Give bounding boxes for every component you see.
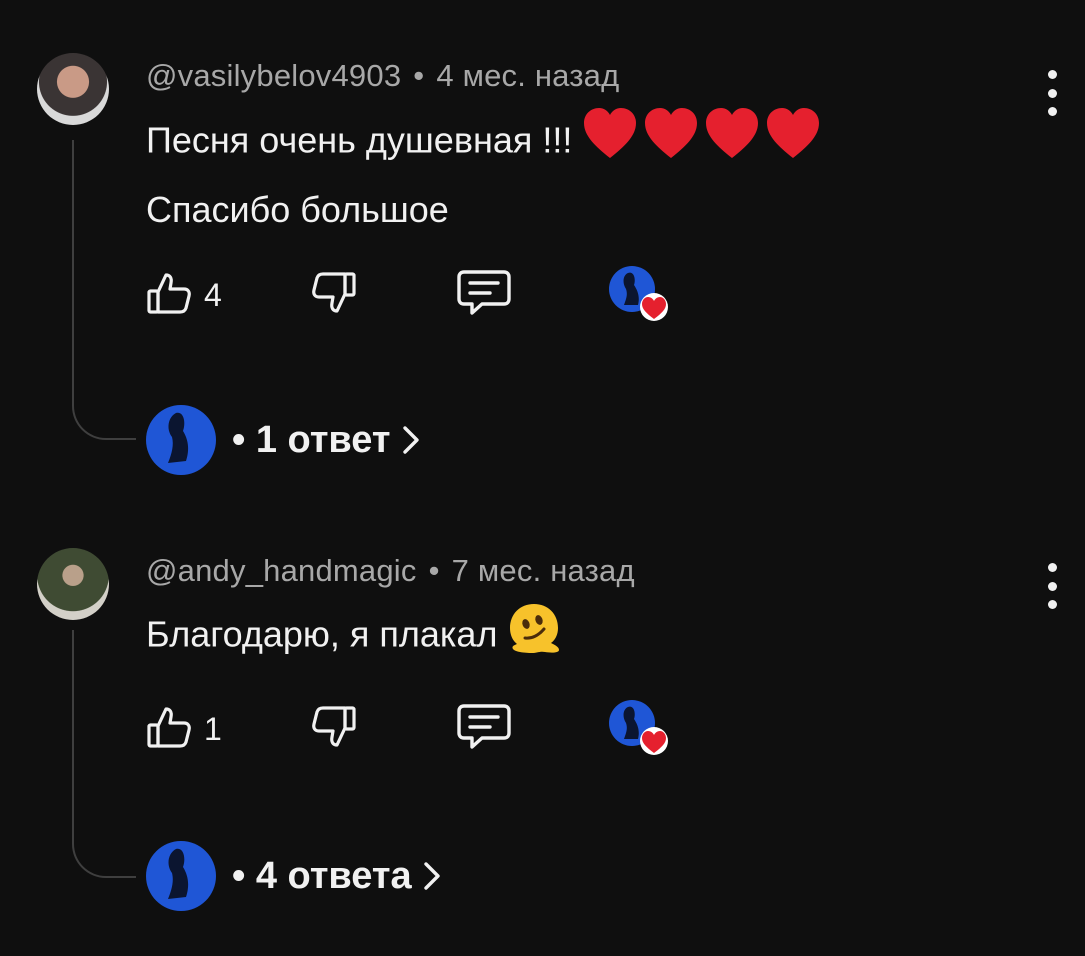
comment-text-line: Спасибо большое: [146, 189, 449, 230]
thumbs-up-icon: [146, 704, 192, 755]
like-button[interactable]: 1: [146, 704, 222, 754]
author-handle[interactable]: @andy_handmagic: [146, 553, 417, 588]
comment-time: 7 мес. назад: [451, 553, 635, 588]
dislike-button[interactable]: [311, 270, 357, 320]
comment-text: Песня очень душевная !!! Спасибо большое: [146, 106, 822, 240]
thread-line: [72, 140, 136, 440]
comment-text-line: Благодарю, я плакал: [146, 613, 498, 655]
view-replies-button[interactable]: • 1 ответ: [146, 404, 421, 476]
reply-icon: [456, 702, 512, 757]
chevron-right-icon: [401, 424, 421, 456]
avatar[interactable]: [37, 548, 109, 620]
meta-separator: •: [413, 58, 425, 93]
thumbs-down-icon: [311, 270, 357, 321]
author-handle[interactable]: @vasilybelov4903: [146, 58, 401, 93]
like-button[interactable]: 4: [146, 270, 222, 320]
comment-meta: @vasilybelov4903 • 4 мес. назад: [146, 58, 619, 94]
creator-avatar: [146, 841, 216, 911]
comment-meta: @andy_handmagic • 7 мес. назад: [146, 553, 635, 589]
like-count: 4: [204, 276, 222, 313]
like-count: 1: [204, 710, 222, 747]
creator-heart: [608, 266, 672, 321]
thumbs-down-icon: [311, 704, 357, 755]
comment-actions: 4: [146, 266, 706, 323]
comment-actions: 1: [146, 700, 706, 757]
avatar[interactable]: [37, 53, 109, 125]
view-replies-button[interactable]: • 4 ответа: [146, 840, 442, 912]
creator-heart: [608, 700, 672, 755]
meta-separator: •: [428, 553, 440, 588]
reply-icon: [456, 268, 512, 323]
more-options-icon[interactable]: [1040, 563, 1064, 609]
thread-line: [72, 630, 136, 878]
reply-button[interactable]: [456, 702, 512, 757]
replies-count: • 1 ответ: [232, 418, 391, 461]
more-options-icon[interactable]: [1040, 70, 1064, 116]
dislike-button[interactable]: [311, 704, 357, 754]
comment-time: 4 мес. назад: [436, 58, 620, 93]
melting-face-icon: [507, 601, 561, 673]
chevron-right-icon: [422, 860, 442, 892]
thumbs-up-icon: [146, 270, 192, 321]
comment-text: Благодарю, я плакал: [146, 601, 561, 673]
replies-count: • 4 ответа: [232, 854, 412, 897]
comment-text-line: Песня очень душевная !!!: [146, 119, 573, 161]
creator-avatar: [146, 405, 216, 475]
heart-emoji-icon: [582, 106, 822, 180]
reply-button[interactable]: [456, 268, 512, 323]
